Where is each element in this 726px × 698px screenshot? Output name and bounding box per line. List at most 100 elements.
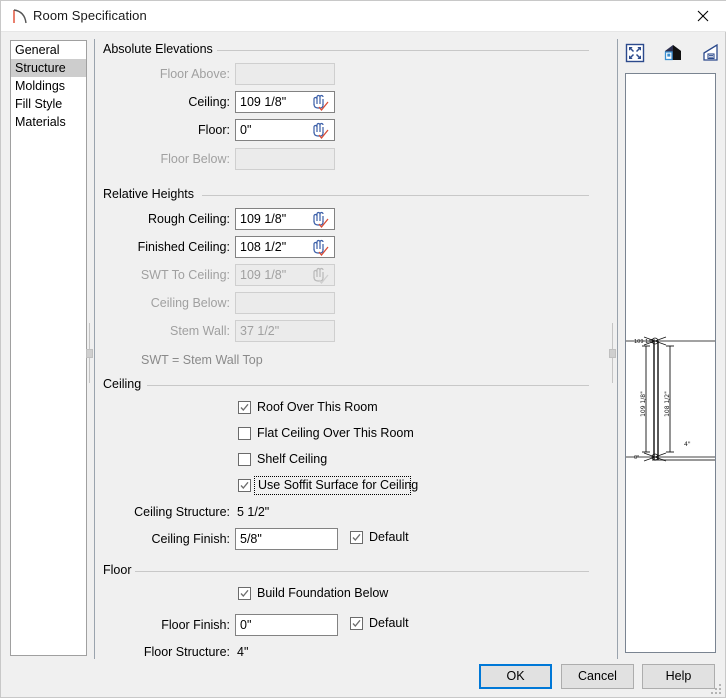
elevation-view-icon[interactable] (700, 42, 722, 64)
checkbox-box (238, 453, 251, 466)
sidebar-item-general[interactable]: General (11, 41, 86, 59)
group-title: Absolute Elevations (103, 42, 217, 56)
ceiling-finish-label: Ceiling Finish: (151, 532, 230, 546)
group-rule (147, 385, 589, 386)
floor-above-label: Floor Above: (159, 67, 230, 81)
floor-finish-label: Floor Finish: (161, 618, 230, 632)
group-rule (202, 195, 589, 196)
check-icon (240, 589, 249, 597)
checkbox-box (350, 531, 363, 544)
title-bar: Room Specification (1, 1, 726, 32)
swt-to-ceiling-field: 109 1/8" (235, 264, 335, 286)
hand-check-icon[interactable] (310, 211, 330, 229)
room-specification-dialog: Room Specification General Structure Mol… (0, 0, 726, 698)
checkbox-label: Flat Ceiling Over This Room (257, 426, 414, 440)
floor-structure-value: 4" (237, 645, 249, 659)
checkbox-box (238, 587, 251, 600)
ceiling-below-field (235, 292, 335, 314)
sidebar-item-structure[interactable]: Structure (11, 59, 86, 77)
hand-check-icon[interactable] (310, 94, 330, 112)
sidebar-item-moldings[interactable]: Moldings (11, 77, 86, 95)
group-absolute-elevations: Absolute Elevations Floor Above: Ceiling… (99, 42, 604, 177)
finished-ceiling-value: 108 1/2" (240, 240, 287, 254)
ceiling-structure-value: 5 1/2" (237, 505, 270, 519)
close-icon (697, 10, 709, 22)
sidebar-item-label: Fill Style (15, 97, 63, 111)
swt-to-ceiling-value: 109 1/8" (240, 268, 287, 282)
dimension-text: 108 1/2" (664, 391, 671, 417)
room-arc-icon (11, 8, 29, 25)
checkbox-box (350, 617, 363, 630)
close-button[interactable] (681, 1, 726, 31)
ceiling-field[interactable]: 109 1/8" (235, 91, 335, 113)
ceiling-finish-value: 5/8" (240, 532, 262, 546)
preview-marker-label: 0" (634, 455, 639, 461)
group-title: Ceiling (103, 377, 146, 391)
group-title: Floor (103, 563, 136, 577)
checkbox-box (238, 401, 251, 414)
floor-below-label: Floor Below: (160, 152, 230, 166)
floor-field[interactable]: 0" (235, 119, 335, 141)
checkbox-label: Roof Over This Room (257, 400, 378, 414)
structure-panel: Absolute Elevations Floor Above: Ceiling… (99, 39, 607, 659)
rough-ceiling-label: Rough Ceiling: (148, 212, 230, 226)
hand-check-icon (310, 267, 330, 285)
dimension-text: 109 1/8" (640, 391, 647, 417)
left-splitter[interactable] (85, 323, 94, 383)
checkbox-label: Shelf Ceiling (257, 452, 328, 466)
floor-structure-label: Floor Structure: (143, 645, 230, 659)
ceiling-finish-field[interactable]: 5/8" (235, 528, 338, 550)
resize-grip[interactable] (711, 684, 721, 694)
floor-finish-field[interactable]: 0" (235, 614, 338, 636)
right-splitter[interactable] (608, 323, 617, 383)
floor-below-field (235, 148, 335, 170)
checkbox-label: Default (369, 530, 409, 544)
splitter-grip (609, 349, 616, 358)
group-ceiling: Ceiling Roof Over This Room Flat Ceiling… (99, 377, 604, 552)
group-title: Relative Heights (103, 187, 199, 201)
checkbox-label: Default (369, 616, 409, 630)
stem-wall-label: Stem Wall: (170, 324, 230, 338)
stem-wall-value: 37 1/2" (240, 324, 280, 338)
checkbox-label: Build Foundation Below (257, 586, 389, 600)
sidebar-item-label: General (15, 43, 60, 57)
checkbox-box (238, 479, 251, 492)
ceiling-value: 109 1/8" (240, 95, 287, 109)
cancel-button[interactable]: Cancel (561, 664, 634, 689)
floor-finish-value: 0" (240, 618, 252, 632)
help-button[interactable]: Help (642, 664, 715, 689)
rough-ceiling-value: 109 1/8" (240, 212, 287, 226)
sidebar-item-materials[interactable]: Materials (11, 113, 86, 131)
ceiling-below-label: Ceiling Below: (150, 296, 230, 310)
group-rule (215, 50, 589, 51)
sidebar-item-label: Moldings (15, 79, 66, 93)
checkbox-box (238, 427, 251, 440)
stem-wall-field: 37 1/2" (235, 320, 335, 342)
ok-button[interactable]: OK (479, 664, 552, 689)
hand-check-icon[interactable] (310, 239, 330, 257)
preview-pane[interactable]: 109 1/8" 108 1/2" 4" 109 1/8" 0" (625, 73, 716, 653)
check-icon (352, 533, 361, 541)
checkbox-label: Use Soffit Surface for Ceiling (258, 478, 419, 492)
finished-ceiling-field[interactable]: 108 1/2" (235, 236, 335, 258)
floor-label: Floor: (198, 123, 230, 137)
house-3d-icon[interactable] (662, 42, 684, 64)
sidebar-item-fill-style[interactable]: Fill Style (11, 95, 86, 113)
fill-window-icon[interactable] (624, 42, 646, 64)
group-rule (133, 571, 589, 572)
preview-marker-label: 109 1/8" (634, 339, 655, 345)
right-panel-divider (617, 39, 618, 659)
preview-toolbar (624, 42, 722, 66)
category-list[interactable]: General Structure Moldings Fill Style Ma… (10, 40, 87, 656)
ceiling-structure-label: Ceiling Structure: (134, 505, 230, 519)
ceiling-label: Ceiling: (188, 95, 230, 109)
floor-above-field (235, 63, 335, 85)
finished-ceiling-label: Finished Ceiling: (137, 240, 230, 254)
floor-value: 0" (240, 123, 252, 137)
sidebar-item-label: Structure (15, 61, 66, 75)
check-icon (240, 403, 249, 411)
swt-to-ceiling-label: SWT To Ceiling: (140, 268, 230, 282)
rough-ceiling-field[interactable]: 109 1/8" (235, 208, 335, 230)
sidebar-item-label: Materials (15, 115, 66, 129)
hand-check-icon[interactable] (310, 122, 330, 140)
